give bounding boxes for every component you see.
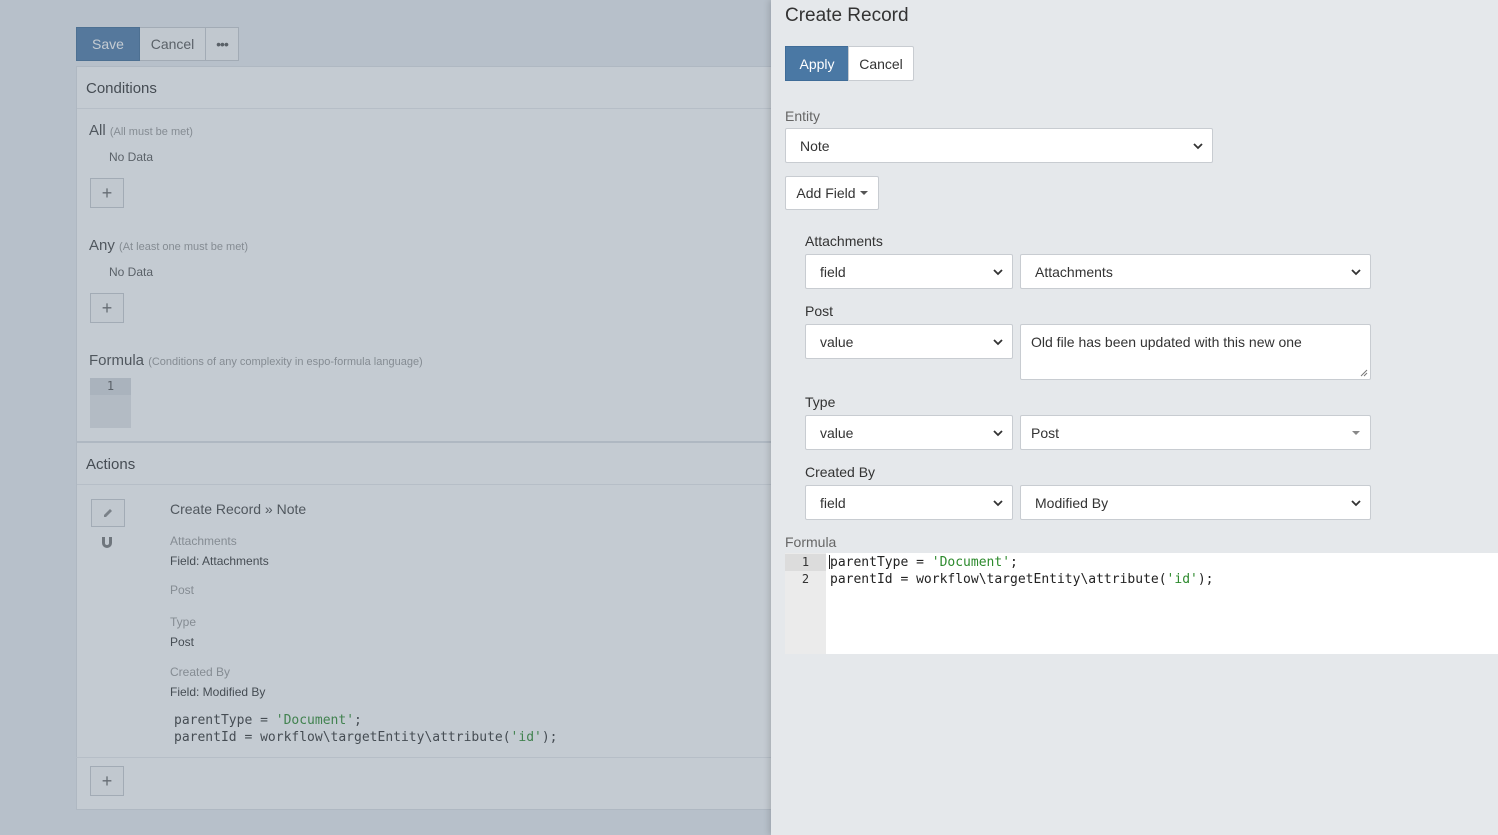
add-field-button[interactable]: Add Field [785, 176, 879, 210]
created-by-type-select[interactable]: field [805, 485, 1013, 520]
create-record-modal: Create Record Apply Cancel Entity Note A… [771, 0, 1498, 835]
line-number: 1 [785, 554, 826, 571]
chevron-down-icon [993, 500, 1003, 507]
chevron-down-icon [993, 339, 1003, 346]
chevron-down-icon [1351, 500, 1361, 507]
type-label: Type [805, 394, 836, 410]
entity-select-value: Note [800, 137, 830, 154]
chevron-down-icon [993, 269, 1003, 276]
entity-label: Entity [785, 108, 821, 124]
apply-button[interactable]: Apply [785, 46, 849, 81]
created-by-label: Created By [805, 464, 876, 480]
caret-down-icon [1352, 431, 1360, 435]
code-string: 'Document' [931, 555, 1011, 570]
post-textarea-value: Old file has been updated with this new … [1031, 334, 1302, 350]
code-line: parentId = workflow\targetEntity\attribu… [830, 571, 1214, 588]
add-field-label: Add Field [796, 185, 856, 201]
created-by-field-value: Modified By [1035, 494, 1109, 511]
code-text: ; [1010, 555, 1018, 570]
modal-title: Create Record [785, 5, 909, 26]
code-string: 'id' [1166, 572, 1198, 587]
code-text: ); [1197, 572, 1214, 587]
type-mode-select[interactable]: value [805, 415, 1013, 450]
post-textarea[interactable]: Old file has been updated with this new … [1020, 324, 1371, 380]
attachments-label: Attachments [805, 233, 883, 249]
resize-handle-icon[interactable] [1360, 369, 1368, 377]
cancel-button[interactable]: Cancel [848, 46, 914, 81]
chevron-down-icon [1351, 269, 1361, 276]
caret-down-icon [859, 191, 868, 195]
post-type-value: value [820, 333, 854, 350]
attachments-field-value: Attachments [1035, 263, 1113, 280]
post-type-select[interactable]: value [805, 324, 1013, 359]
attachments-type-value: field [820, 263, 846, 280]
attachments-field-select[interactable]: Attachments [1020, 254, 1371, 289]
line-number: 2 [801, 572, 810, 586]
formula-label: Formula [785, 534, 837, 550]
post-label: Post [805, 303, 834, 319]
type-value-text: Post [1031, 424, 1060, 441]
chevron-down-icon [993, 430, 1003, 437]
entity-select[interactable]: Note [785, 128, 1213, 163]
attachments-type-select[interactable]: field [805, 254, 1013, 289]
created-by-type-value: field [820, 494, 846, 511]
code-line: parentType = 'Document'; [830, 554, 1018, 571]
created-by-field-select[interactable]: Modified By [1020, 485, 1371, 520]
code-text: parentId = workflow\targetEntity\attribu… [830, 572, 1167, 587]
type-value-select[interactable]: Post [1020, 415, 1371, 450]
type-mode-value: value [820, 424, 854, 441]
code-text: parentType = [830, 555, 932, 570]
chevron-down-icon [1193, 143, 1203, 150]
formula-editor[interactable]: 1 2 parentType = 'Document'; parentId = … [785, 553, 1498, 654]
